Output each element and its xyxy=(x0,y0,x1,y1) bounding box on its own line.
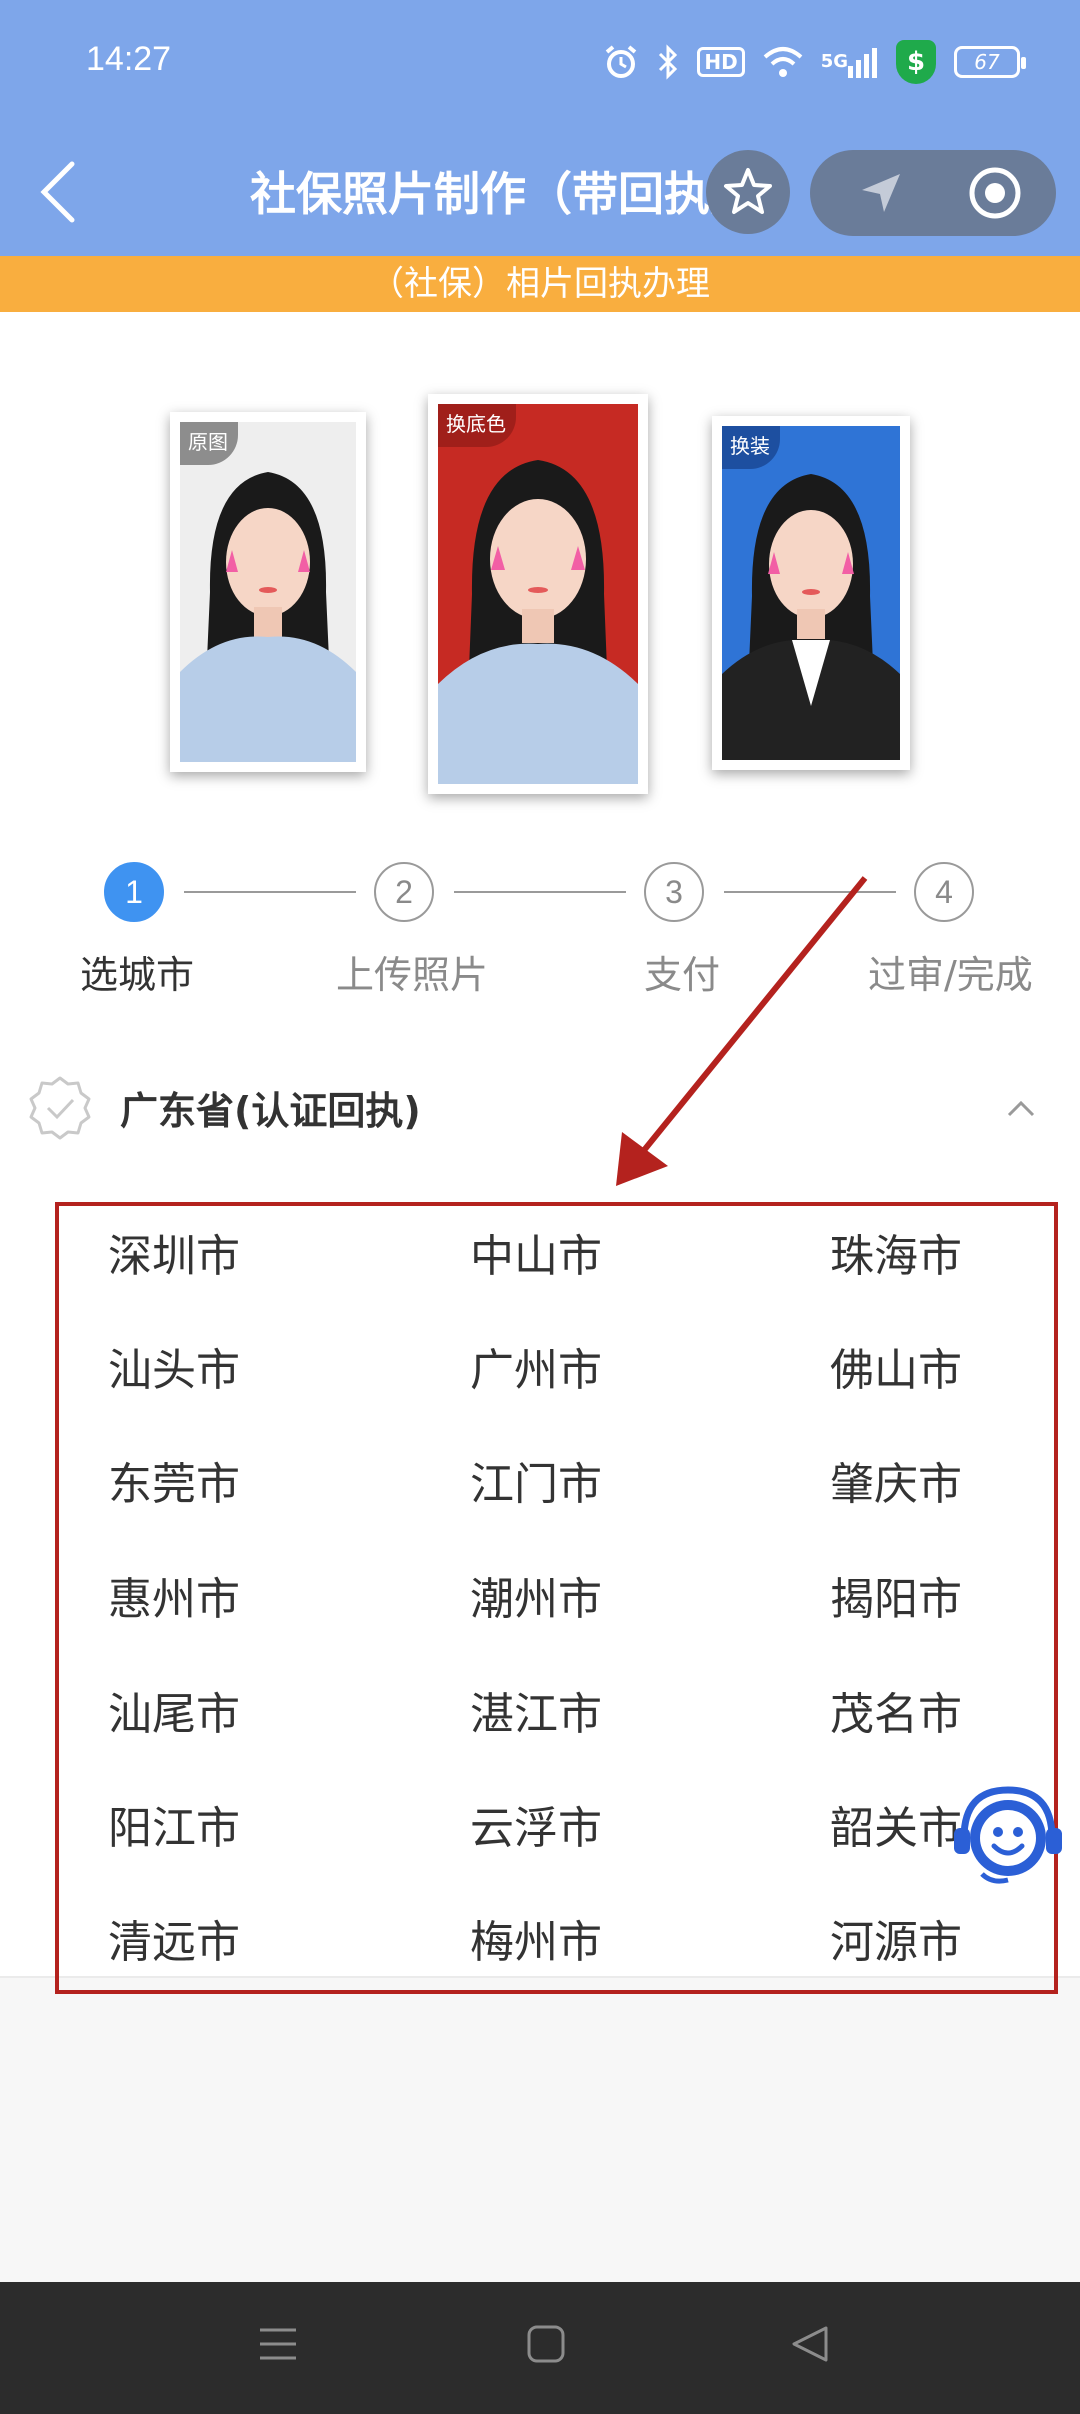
location-icon[interactable] xyxy=(858,170,904,220)
step-connector xyxy=(184,891,356,893)
photo-bgcolor-image: 换底色 xyxy=(438,404,638,784)
photo-tag: 换底色 xyxy=(438,404,516,447)
customer-service-button[interactable] xyxy=(952,1780,1064,1890)
step-3-label: 支付 xyxy=(644,953,721,997)
step-connector xyxy=(454,891,626,893)
5g-signal-icon: 5G xyxy=(821,42,878,82)
top-bar: 14:27 HD 5G $ 67 社保照片制作（带回执） xyxy=(0,0,1080,256)
chevron-up-icon[interactable] xyxy=(1006,1098,1036,1118)
record-icon[interactable] xyxy=(966,164,1024,226)
step-3-indicator: 3 xyxy=(644,862,704,922)
step-1-indicator: 1 xyxy=(104,862,164,922)
menu-capsule xyxy=(810,150,1056,236)
portrait-image xyxy=(438,404,638,784)
photo-outfit-image: 换装 xyxy=(722,426,900,760)
portrait-image xyxy=(722,426,900,760)
shield-icon: $ xyxy=(896,40,936,84)
battery-icon: 67 xyxy=(954,46,1026,78)
star-icon xyxy=(724,168,772,214)
photo-original-image: 原图 xyxy=(180,422,356,762)
portrait-image xyxy=(180,422,356,762)
status-icons: HD 5G $ 67 xyxy=(603,40,1026,84)
chat-bot-icon xyxy=(954,1786,1062,1884)
province-title[interactable]: 广东省(认证回执) xyxy=(120,1080,421,1135)
home-icon[interactable] xyxy=(526,2322,566,2370)
back-triangle-icon[interactable] xyxy=(790,2322,830,2370)
photo-bgcolor: 换底色 xyxy=(428,394,648,794)
banner: （社保）相片回执办理 xyxy=(0,256,1080,312)
network-label: 5G xyxy=(820,51,848,72)
verified-badge-icon xyxy=(26,1074,94,1142)
step-2-label: 上传照片 xyxy=(336,953,489,997)
wifi-icon xyxy=(763,42,803,82)
favorite-button[interactable] xyxy=(706,150,790,234)
step-1-label: 选城市 xyxy=(80,953,195,997)
back-button[interactable] xyxy=(30,150,90,230)
step-connector xyxy=(724,891,896,893)
annotation-highlight-box xyxy=(55,1202,1058,1994)
system-nav-bar xyxy=(0,2282,1080,2414)
status-time: 14:27 xyxy=(86,40,172,78)
menu-icon[interactable] xyxy=(258,2322,298,2370)
photo-outfit: 换装 xyxy=(712,416,910,770)
alarm-icon xyxy=(603,42,639,82)
step-4-indicator: 4 xyxy=(914,862,974,922)
photo-original: 原图 xyxy=(170,412,366,772)
step-4-label: 过审/完成 xyxy=(868,953,1033,997)
step-2-indicator: 2 xyxy=(374,862,434,922)
hd-icon: HD xyxy=(697,47,745,77)
bluetooth-icon xyxy=(657,42,679,82)
page-title: 社保照片制作（带回执） xyxy=(250,167,756,221)
